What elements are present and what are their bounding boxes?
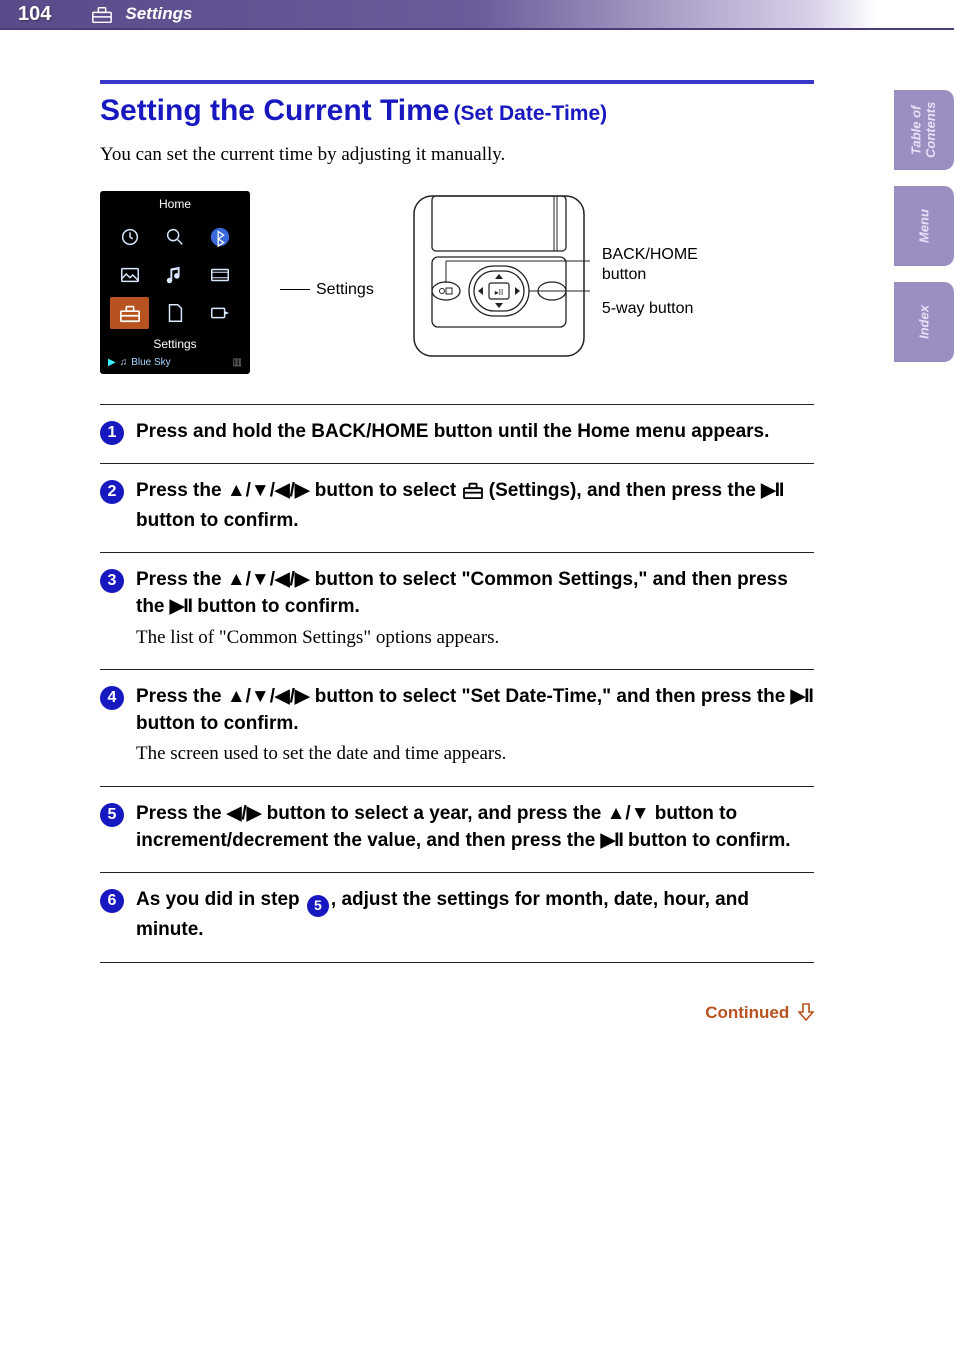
steps-end-rule	[100, 962, 814, 963]
step-4: 4 Press the ▲/▼/◀/▶ button to select "Se…	[100, 669, 814, 786]
device-screen-diagram: Home Settings ▶ ♫ Blue Sky ▥	[100, 191, 250, 374]
step-5-text: Press the ◀/▶ button to select a year, a…	[136, 801, 814, 854]
steps-list: 1 Press and hold the BACK/HOME button un…	[100, 404, 814, 963]
step-6: 6 As you did in step 5, adjust the setti…	[100, 872, 814, 961]
note-icon: ♫	[120, 357, 128, 368]
step-4-sub: The screen used to set the date and time…	[136, 741, 814, 768]
step-number-5: 5	[100, 803, 124, 827]
step-number-2: 2	[100, 480, 124, 504]
step-6-text: As you did in step 5, adjust the setting…	[136, 887, 814, 943]
music-icon	[155, 259, 194, 291]
title-rule	[100, 80, 814, 84]
main-title: Setting the Current Time	[100, 94, 449, 127]
footer-track: Blue Sky	[131, 357, 170, 368]
step-3-text: Press the ▲/▼/◀/▶ button to select "Comm…	[136, 567, 814, 651]
device-callout-labels: BACK/HOME button 5-way button	[602, 246, 698, 320]
play-pause-icon: ▶II	[601, 830, 623, 851]
play-pause-icon: ▶II	[761, 480, 783, 501]
page-number: 104	[18, 3, 51, 26]
step-1-text: Press and hold the BACK/HOME button unti…	[136, 419, 814, 446]
tab-index[interactable]: Index	[894, 282, 954, 362]
sub-title: (Set Date-Time)	[453, 102, 607, 125]
svg-text:▸II: ▸II	[495, 288, 503, 297]
arrow-keys-icon: ▲/▼/◀/▶	[227, 686, 310, 707]
screen-footer: ▶ ♫ Blue Sky ▥	[100, 353, 250, 368]
battery-icon: ▥	[233, 357, 242, 368]
step-number-1: 1	[100, 421, 124, 445]
screen-callout: Settings	[280, 281, 374, 299]
settings-icon-selected	[110, 297, 149, 329]
back-home-label-2: button	[602, 266, 698, 284]
page-title: Setting the Current Time (Set Date-Time)	[100, 94, 814, 128]
step-1: 1 Press and hold the BACK/HOME button un…	[100, 404, 814, 464]
continued-arrow-icon	[798, 1003, 814, 1021]
step-number-3: 3	[100, 569, 124, 593]
tab-menu[interactable]: Menu	[894, 186, 954, 266]
photo-icon	[110, 259, 149, 291]
arrow-left-right-icon: ◀/▶	[227, 803, 262, 824]
header-section-title: Settings	[125, 4, 192, 24]
play-indicator-icon: ▶	[108, 357, 116, 368]
arrow-keys-icon: ▲/▼/◀/▶	[227, 480, 310, 501]
document-icon	[155, 297, 194, 329]
arrow-up-down-icon: ▲/▼	[607, 803, 650, 824]
device-outline: ▸II	[404, 191, 594, 361]
continued-indicator: Continued	[0, 1003, 954, 1023]
arrow-keys-icon: ▲/▼/◀/▶	[227, 569, 310, 590]
home-grid	[100, 215, 250, 335]
playlist-icon	[201, 297, 240, 329]
step-5: 5 Press the ◀/▶ button to select a year,…	[100, 786, 814, 872]
five-way-label: 5-way button	[602, 300, 698, 318]
step-number-6: 6	[100, 889, 124, 913]
step-4-text: Press the ▲/▼/◀/▶ button to select "Set …	[136, 684, 814, 768]
continued-label: Continued	[705, 1003, 789, 1022]
callout-line	[280, 289, 310, 290]
screen-menu-label: Settings	[100, 335, 250, 353]
screen-title: Home	[100, 195, 250, 215]
step-2-text: Press the ▲/▼/◀/▶ button to select (Sett…	[136, 478, 814, 534]
tab-table-of-contents[interactable]: Table ofContents	[894, 90, 954, 170]
device-body-diagram: ▸II BACK/HOME button 5-way button	[404, 191, 698, 361]
toolbox-icon	[91, 5, 113, 23]
header-bar: 104 Settings	[0, 0, 954, 30]
step-2: 2 Press the ▲/▼/◀/▶ button to select (Se…	[100, 463, 814, 552]
side-tabs: Table ofContents Menu Index	[894, 90, 954, 362]
step-3: 3 Press the ▲/▼/◀/▶ button to select "Co…	[100, 552, 814, 669]
step-ref-5: 5	[307, 895, 329, 917]
back-home-label: BACK/HOME	[602, 246, 698, 264]
main-content: Setting the Current Time (Set Date-Time)…	[0, 30, 954, 963]
step-3-sub: The list of "Common Settings" options ap…	[136, 625, 814, 652]
diagrams-row: Home Settings ▶ ♫ Blue Sky ▥ S	[100, 191, 814, 374]
search-icon	[155, 221, 194, 253]
step-number-4: 4	[100, 686, 124, 710]
clock-icon	[110, 221, 149, 253]
intro-text: You can set the current time by adjustin…	[100, 142, 814, 169]
play-pause-icon: ▶II	[170, 596, 192, 617]
bluetooth-icon	[201, 221, 240, 253]
video-icon	[201, 259, 240, 291]
play-pause-icon: ▶II	[791, 686, 813, 707]
screen-callout-text: Settings	[316, 281, 374, 299]
toolbox-icon	[462, 481, 484, 508]
